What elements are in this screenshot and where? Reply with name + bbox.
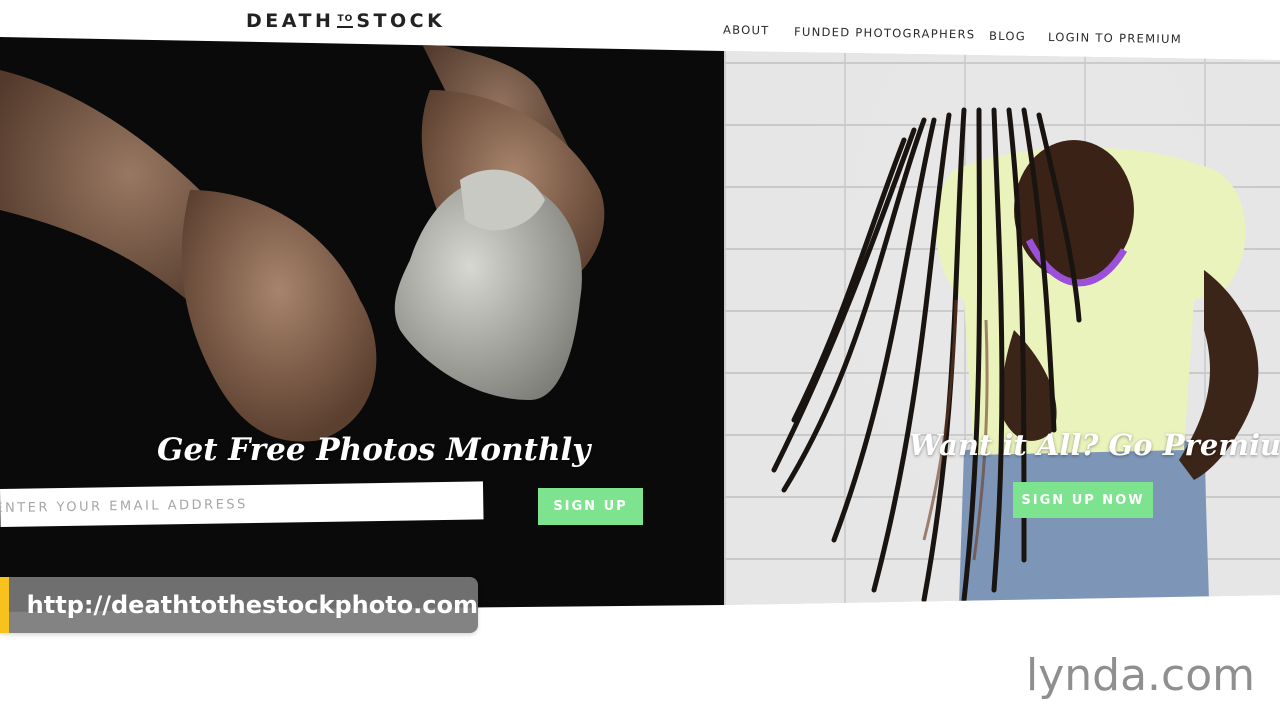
hero-premium: Want it All? Go Premium — [724, 51, 1280, 605]
email-field[interactable] — [0, 481, 484, 527]
caption-accent — [0, 577, 9, 633]
watermark-suffix: .com — [1147, 650, 1256, 701]
nav-login-premium[interactable]: LOGIN TO PREMIUM — [1048, 30, 1182, 46]
signup-now-button[interactable]: SIGN UP NOW — [1013, 482, 1153, 518]
hero-left-headline: Get Free Photos Monthly — [157, 432, 591, 468]
watermark-name: lynda — [1026, 650, 1148, 701]
caption-url: http://deathtothestockphoto.com — [26, 591, 478, 619]
nav-about[interactable]: ABOUT — [723, 23, 770, 38]
lynda-watermark: lynda.com — [1026, 650, 1255, 701]
signup-button[interactable]: SIGN UP — [538, 488, 643, 525]
woman-photo — [771, 107, 1259, 605]
nav-funded-photographers[interactable]: FUNDED PHOTOGRAPHERS — [794, 25, 976, 42]
hero-right-headline: Want it All? Go Premium — [909, 428, 1280, 462]
url-caption: http://deathtothestockphoto.com — [0, 577, 478, 633]
nav-blog[interactable]: BLOG — [989, 29, 1026, 44]
email-input[interactable] — [0, 491, 480, 517]
